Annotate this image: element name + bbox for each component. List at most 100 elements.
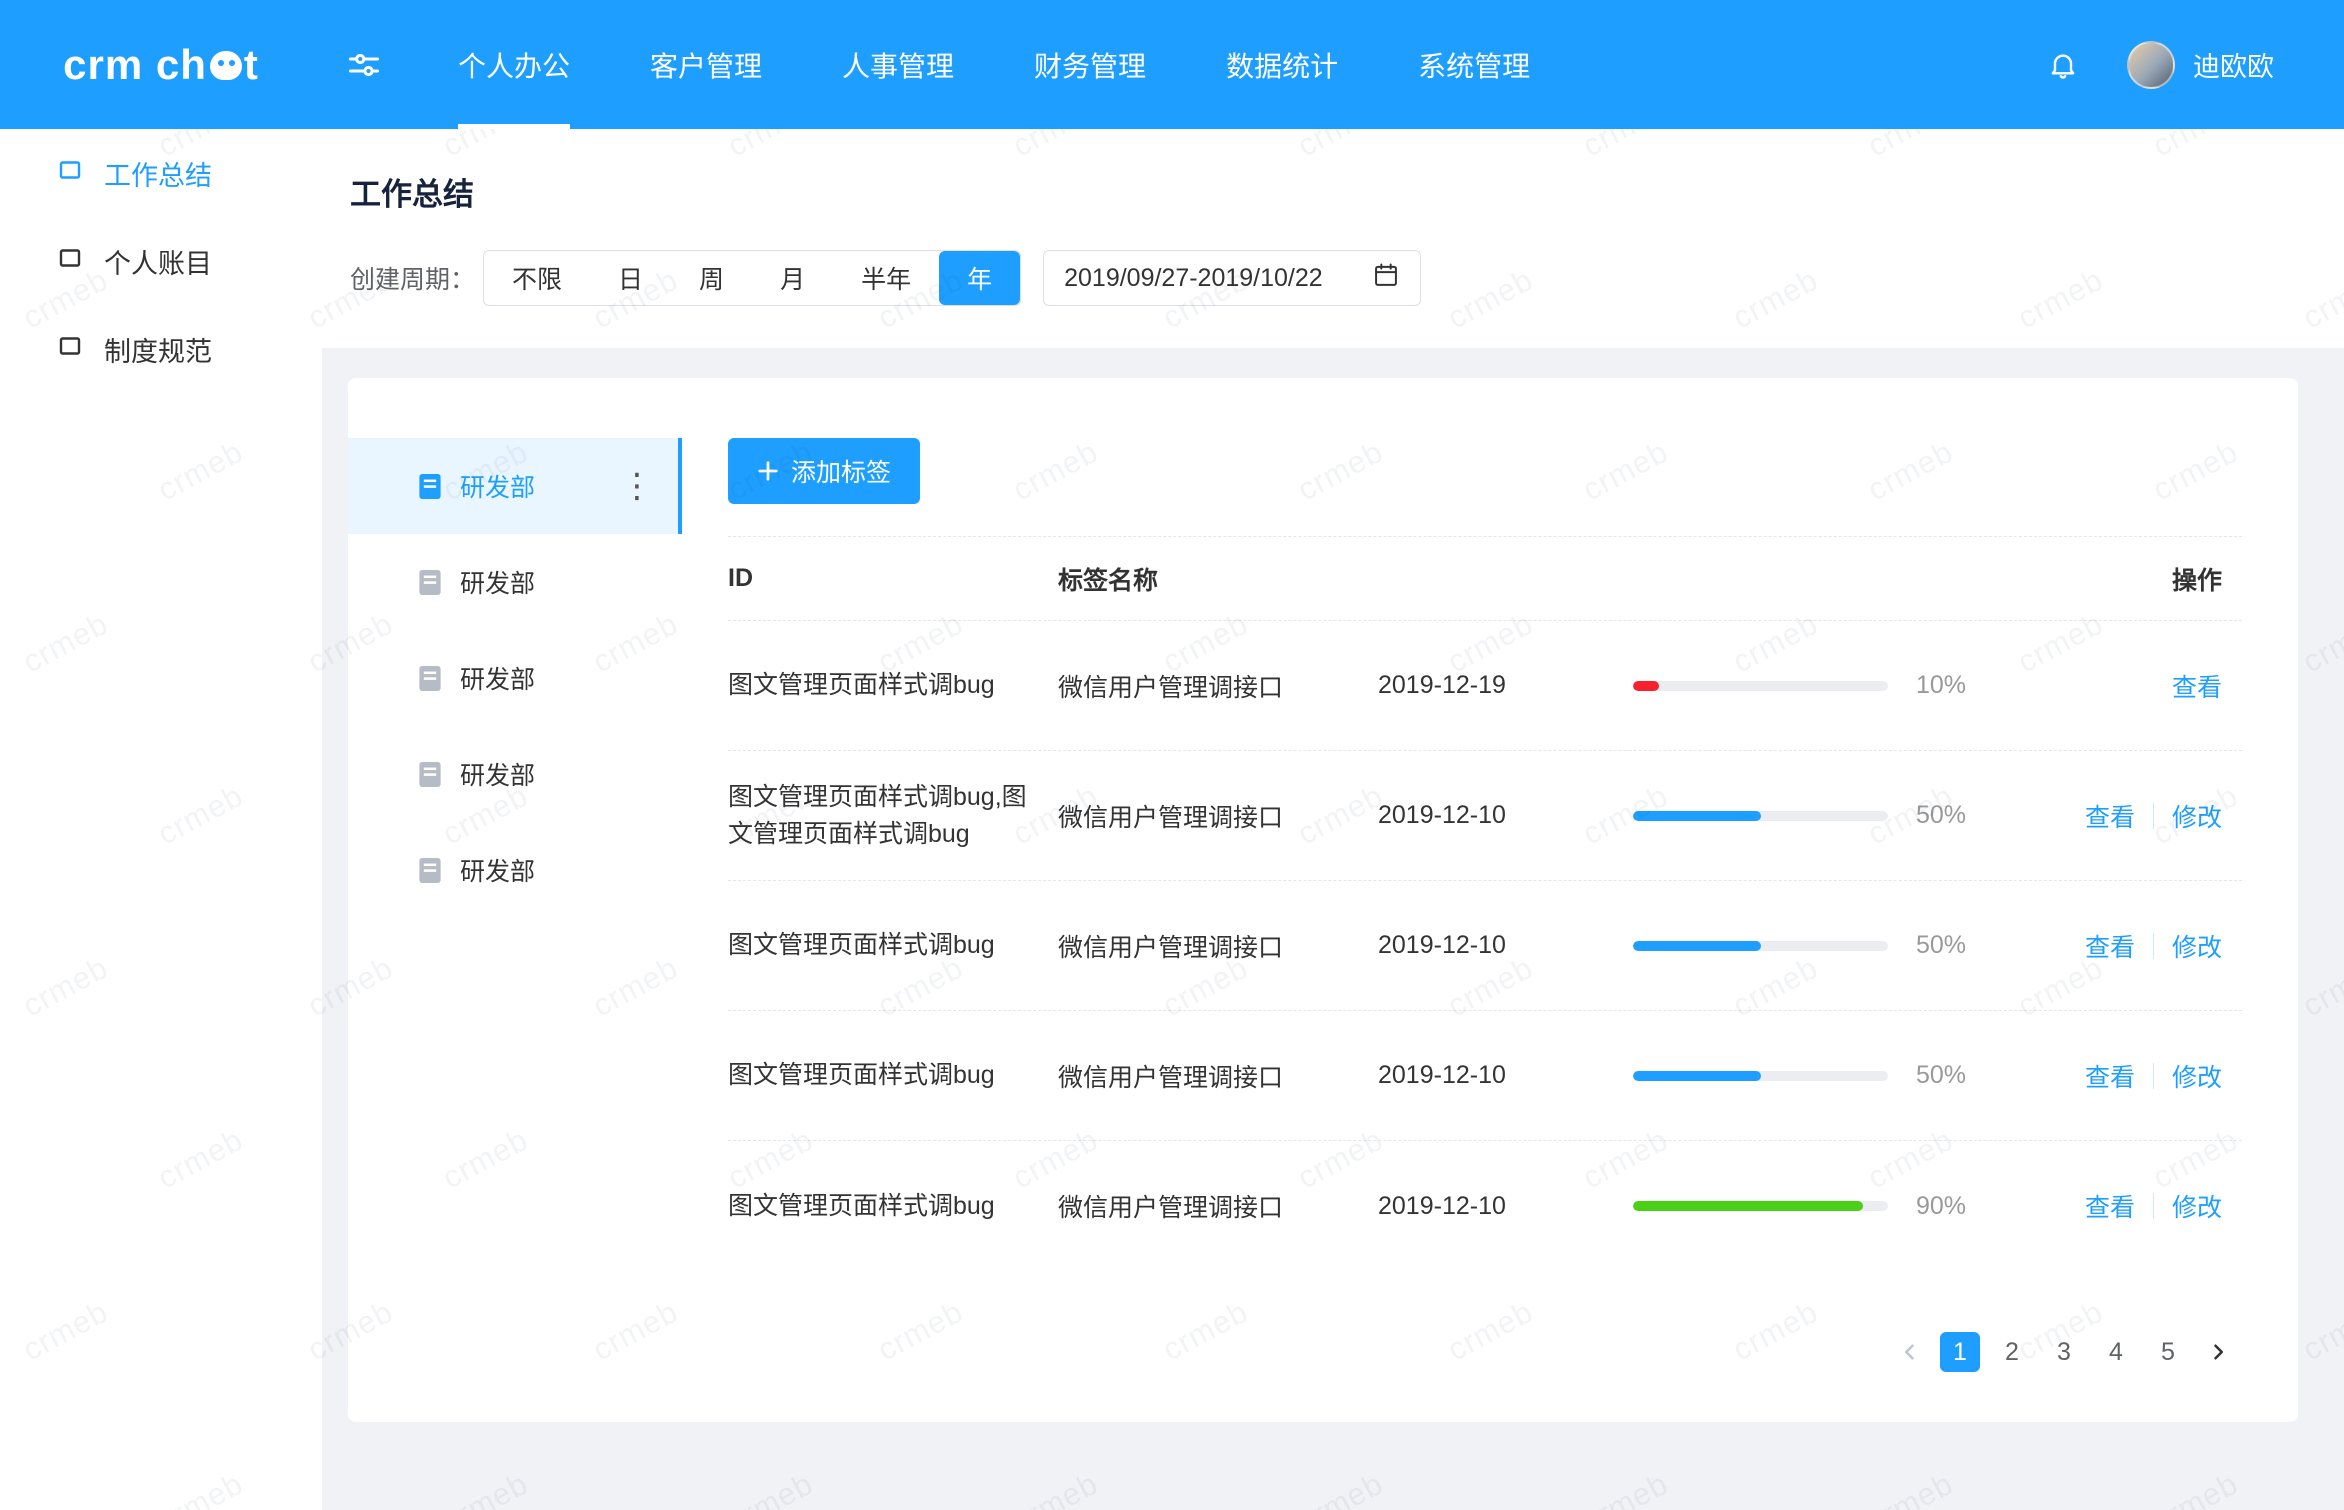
- department-item[interactable]: 研发部 ⋮: [348, 438, 682, 534]
- date-range-picker[interactable]: 2019/09/27-2019/10/22: [1043, 250, 1421, 306]
- document-icon: [418, 569, 442, 596]
- calendar-icon: [1372, 261, 1400, 296]
- pagination-page-4[interactable]: 4: [2096, 1332, 2136, 1372]
- sidebar-item-label: 制度规范: [104, 330, 212, 369]
- pagination-page-3[interactable]: 3: [2044, 1332, 2084, 1372]
- actions-cell: 查看 修改: [2013, 1058, 2242, 1094]
- logo-chat-bubble-icon: [210, 51, 242, 80]
- user-name[interactable]: 迪欧欧: [2193, 45, 2274, 84]
- actions-cell: 查看 修改: [2013, 798, 2242, 834]
- nav-item-finance-mgmt[interactable]: 财务管理: [994, 0, 1186, 129]
- progress-bar: [1633, 811, 1888, 821]
- progress-percent: 90%: [1916, 1192, 1966, 1221]
- pagination: 1 2 3 4 5: [728, 1332, 2242, 1372]
- task-id: 图文管理页面样式调bug: [728, 1057, 1058, 1093]
- department-label: 研发部: [460, 564, 535, 600]
- add-tag-button[interactable]: 添加标签: [728, 438, 920, 504]
- table-row: 图文管理页面样式调bug 微信用户管理调接口 2019-12-10 50% 查看…: [728, 1011, 2242, 1141]
- nav-item-personal-office[interactable]: 个人办公: [418, 0, 610, 129]
- tag-date: 2019-12-10: [1378, 931, 1633, 960]
- top-header: crm cht 个人办公 客户管理 人事管理 财务管理 数据统计 系统管理 迪欧…: [0, 0, 2344, 129]
- nav-item-data-stats[interactable]: 数据统计: [1186, 0, 1378, 129]
- personal-account-icon: [58, 246, 82, 277]
- sidebar-item-work-summary[interactable]: 工作总结: [0, 129, 322, 217]
- user-avatar[interactable]: [2127, 41, 2175, 89]
- tag-name: 微信用户管理调接口: [1058, 1188, 1378, 1224]
- sidebar-item-personal-account[interactable]: 个人账目: [0, 217, 322, 305]
- main-nav: 个人办公 客户管理 人事管理 财务管理 数据统计 系统管理: [418, 0, 1570, 129]
- document-icon: [418, 857, 442, 884]
- tag-name: 微信用户管理调接口: [1058, 928, 1378, 964]
- sidebar-item-rules[interactable]: 制度规范: [0, 305, 322, 393]
- edit-link[interactable]: 修改: [2172, 928, 2222, 964]
- edit-link[interactable]: 修改: [2172, 798, 2222, 834]
- menu-collapse-icon[interactable]: [346, 47, 382, 83]
- nav-label: 个人办公: [458, 45, 570, 85]
- period-option-day[interactable]: 日: [590, 251, 671, 305]
- table-row: 图文管理页面样式调bug 微信用户管理调接口 2019-12-19 10% 查看: [728, 621, 2242, 751]
- add-tag-label: 添加标签: [791, 453, 891, 489]
- view-link[interactable]: 查看: [2085, 798, 2135, 834]
- notification-bell-icon[interactable]: [2047, 49, 2079, 81]
- task-id: 图文管理页面样式调bug,图文管理页面样式调bug: [728, 779, 1058, 852]
- edit-link[interactable]: 修改: [2172, 1058, 2222, 1094]
- nav-item-system-mgmt[interactable]: 系统管理: [1378, 0, 1570, 129]
- logo-text-prefix: crm ch: [63, 41, 207, 89]
- view-link[interactable]: 查看: [2085, 1058, 2135, 1094]
- tag-date: 2019-12-19: [1378, 671, 1633, 700]
- column-header-action: 操作: [2013, 561, 2242, 597]
- actions-cell: 查看 修改: [2013, 1188, 2242, 1224]
- department-item[interactable]: 研发部: [348, 534, 682, 630]
- progress-bar: [1633, 941, 1888, 951]
- tag-name: 微信用户管理调接口: [1058, 668, 1378, 704]
- nav-item-customer-mgmt[interactable]: 客户管理: [610, 0, 802, 129]
- table-row: 图文管理页面样式调bug 微信用户管理调接口 2019-12-10 90% 查看…: [728, 1141, 2242, 1271]
- task-id: 图文管理页面样式调bug: [728, 927, 1058, 963]
- view-link[interactable]: 查看: [2172, 668, 2222, 704]
- department-list: 研发部 ⋮ 研发部 研发部: [348, 378, 682, 1422]
- period-option-week[interactable]: 周: [671, 251, 752, 305]
- period-option-month[interactable]: 月: [752, 251, 833, 305]
- tag-name: 微信用户管理调接口: [1058, 798, 1378, 834]
- header-right: 迪欧欧: [2047, 41, 2344, 89]
- task-id: 图文管理页面样式调bug: [728, 1188, 1058, 1224]
- pagination-page-1[interactable]: 1: [1940, 1332, 1980, 1372]
- progress-percent: 50%: [1916, 1061, 1966, 1090]
- progress-bar: [1633, 681, 1888, 691]
- department-label: 研发部: [460, 756, 535, 792]
- edit-link[interactable]: 修改: [2172, 1188, 2222, 1224]
- department-item[interactable]: 研发部: [348, 630, 682, 726]
- period-option-unlimited[interactable]: 不限: [484, 251, 590, 305]
- more-options-icon[interactable]: ⋮: [620, 469, 654, 503]
- action-divider: [2153, 803, 2154, 829]
- department-label: 研发部: [460, 468, 535, 504]
- pagination-next-icon[interactable]: [2200, 1332, 2236, 1372]
- pagination-page-2[interactable]: 2: [1992, 1332, 2032, 1372]
- period-option-half-year[interactable]: 半年: [833, 251, 939, 305]
- period-option-year[interactable]: 年: [939, 251, 1020, 305]
- table-header-row: ID 标签名称 操作: [728, 537, 2242, 621]
- department-label: 研发部: [460, 660, 535, 696]
- action-divider: [2153, 1193, 2154, 1219]
- document-icon: [418, 473, 442, 500]
- department-item[interactable]: 研发部: [348, 822, 682, 918]
- filter-label: 创建周期：: [350, 260, 475, 296]
- filter-row: 创建周期： 不限 日 周 月 半年 年 2019/09/27-2019/10/2…: [350, 250, 2344, 306]
- department-item[interactable]: 研发部: [348, 726, 682, 822]
- tag-date: 2019-12-10: [1378, 801, 1633, 830]
- progress-bar: [1633, 1071, 1888, 1081]
- pagination-prev-icon[interactable]: [1892, 1332, 1928, 1372]
- view-link[interactable]: 查看: [2085, 928, 2135, 964]
- nav-label: 客户管理: [650, 45, 762, 85]
- table-row: 图文管理页面样式调bug 微信用户管理调接口 2019-12-10 50% 查看…: [728, 881, 2242, 1011]
- progress-cell: 50%: [1633, 1061, 2013, 1090]
- view-link[interactable]: 查看: [2085, 1188, 2135, 1224]
- tag-name: 微信用户管理调接口: [1058, 1058, 1378, 1094]
- sidebar-item-label: 个人账目: [104, 242, 212, 281]
- pagination-page-5[interactable]: 5: [2148, 1332, 2188, 1372]
- left-sidebar: 工作总结 个人账目 制度规范: [0, 129, 322, 1510]
- nav-label: 系统管理: [1418, 45, 1530, 85]
- date-range-value: 2019/09/27-2019/10/22: [1064, 264, 1323, 293]
- nav-item-hr-mgmt[interactable]: 人事管理: [802, 0, 994, 129]
- tag-table: ID 标签名称 操作 图文管理页面样式调bug 微信用户管理调接口 2019-1…: [728, 536, 2242, 1271]
